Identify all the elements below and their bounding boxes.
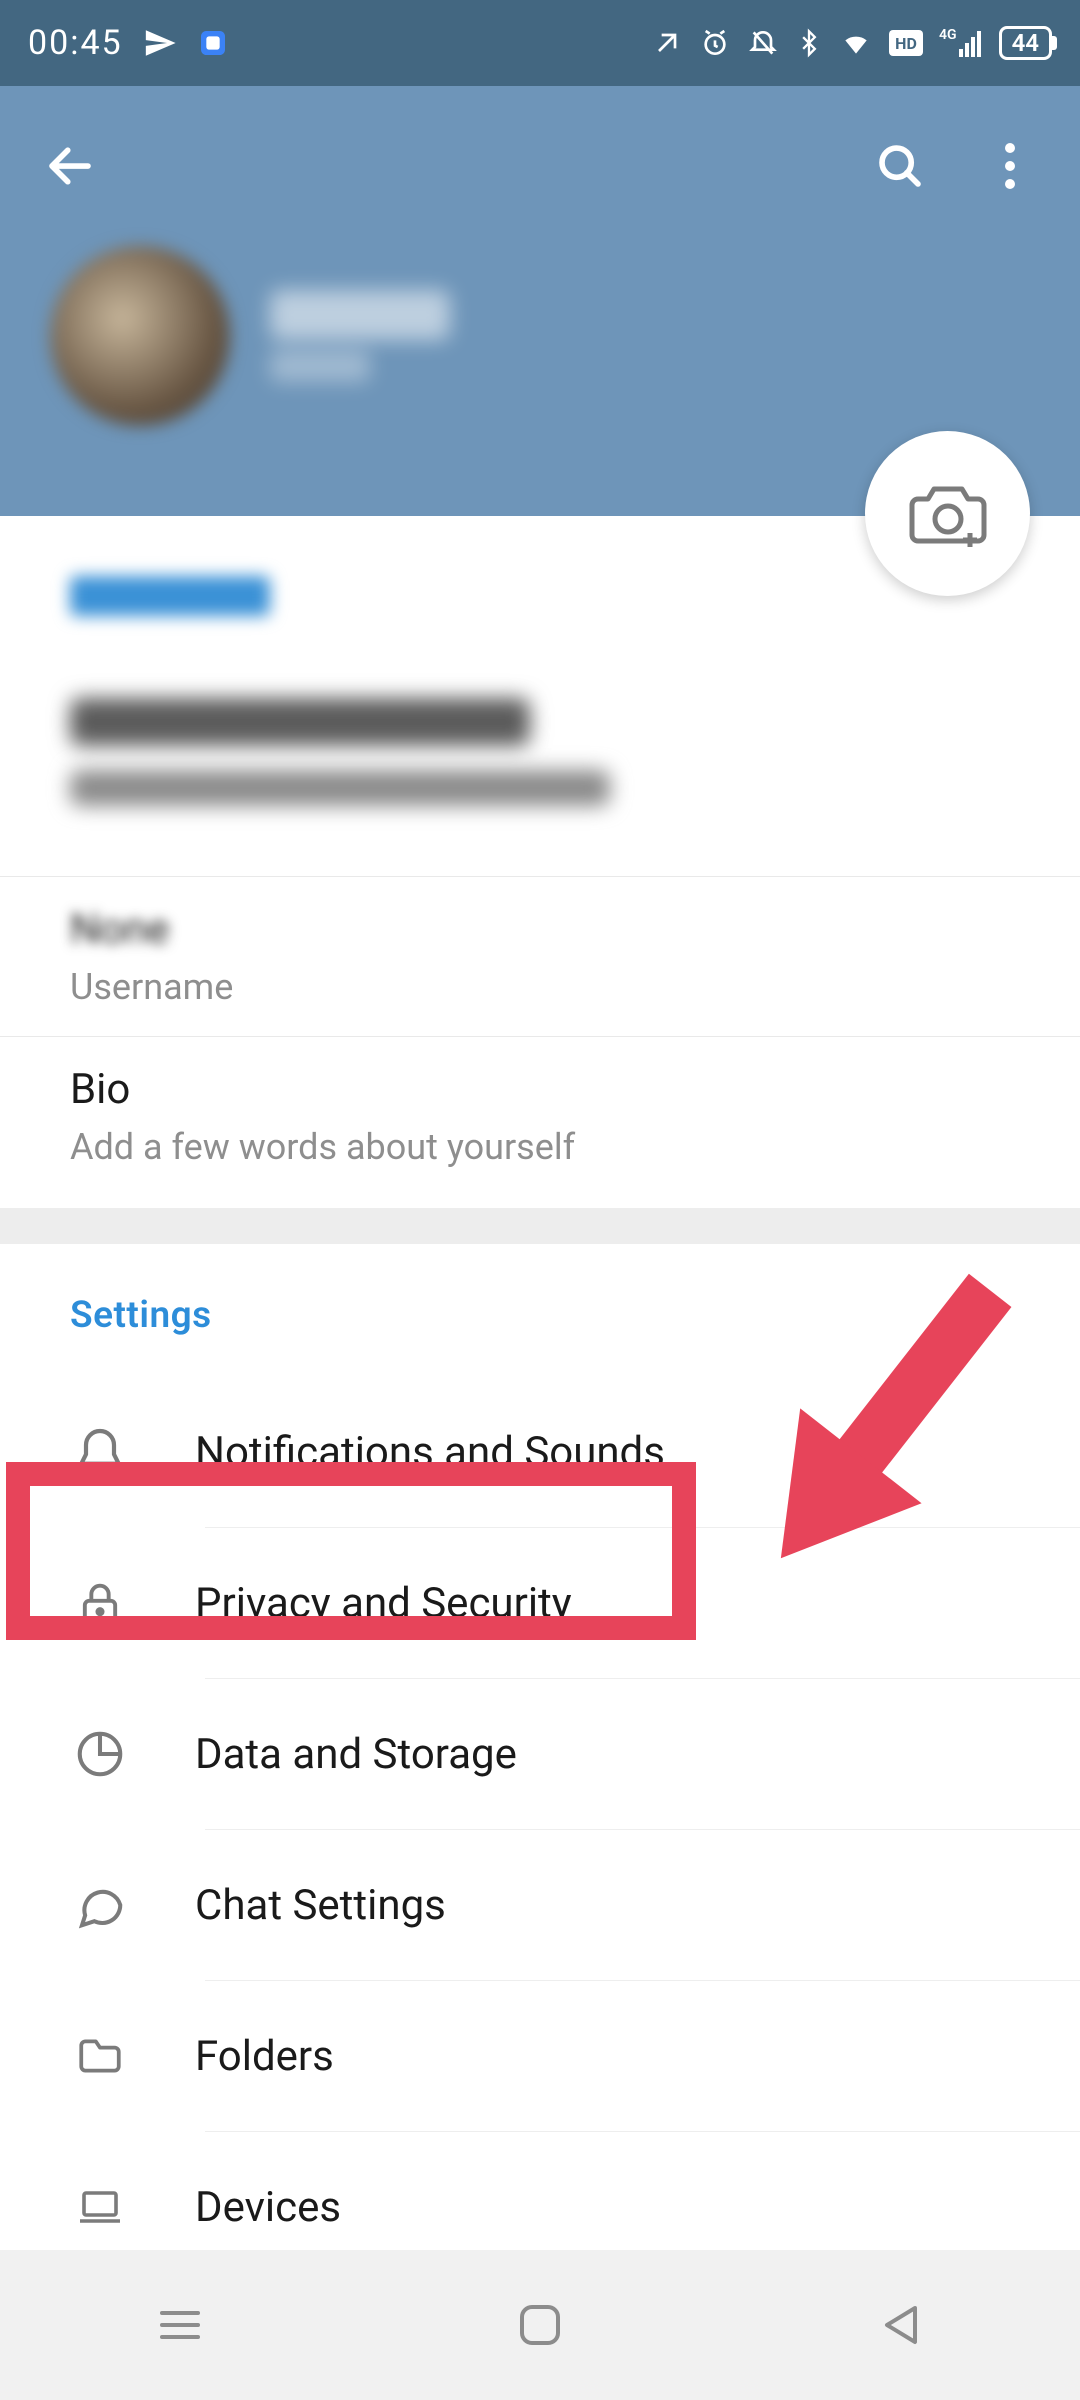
nav-home-button[interactable] [505,2290,575,2360]
system-nav-bar [0,2250,1080,2400]
wifi-icon [839,27,873,59]
setting-label: Folders [195,2032,334,2081]
profile-name [270,290,450,340]
settings-section-title: Settings [0,1244,1080,1377]
dnd-icon [747,27,779,59]
settings-item-notifications[interactable]: Notifications and Sounds [0,1377,1080,1527]
settings-item-chat[interactable]: Chat Settings [0,1830,1080,1980]
setting-label: Notifications and Sounds [195,1428,665,1477]
username-value: None [70,905,1010,954]
nav-back-button[interactable] [865,2290,935,2360]
settings-item-data-storage[interactable]: Data and Storage [0,1679,1080,1829]
settings-item-folders[interactable]: Folders [0,1981,1080,2131]
chat-icon [70,1875,130,1935]
alarm-icon [699,27,731,59]
setting-label: Devices [195,2183,341,2232]
setting-label: Chat Settings [195,1881,446,1930]
folder-icon [70,2026,130,2086]
profile-status [270,350,370,382]
telegram-icon [143,26,177,60]
username-label: Username [70,966,1010,1008]
bio-label: Add a few words about yourself [70,1126,1010,1168]
phone-number-label [70,770,610,806]
change-photo-button[interactable] [865,431,1030,596]
setting-label: Data and Storage [195,1730,517,1779]
bio-item[interactable]: Bio Add a few words about yourself [0,1036,1080,1208]
avatar[interactable] [50,246,230,426]
setting-label: Privacy and Security [195,1579,572,1628]
account-section-title [70,576,270,616]
status-time: 00:45 [28,23,123,63]
phone-number-value [70,698,530,746]
settings-item-privacy[interactable]: Privacy and Security [0,1528,1080,1678]
app-icon [197,27,229,59]
nav-recents-button[interactable] [145,2290,215,2360]
signal-4g-icon: 4G [939,27,983,59]
settings-list: Notifications and Sounds Privacy and Sec… [0,1377,1080,2283]
hd-icon: HD [889,30,923,56]
pie-icon [70,1724,130,1784]
bio-value: Bio [70,1065,1010,1114]
username-item[interactable]: None Username [0,876,1080,1036]
svg-text:4G: 4G [939,27,957,43]
lock-icon [70,1573,130,1633]
laptop-icon [70,2177,130,2237]
svg-text:HD: HD [895,34,917,53]
section-divider [0,1208,1080,1244]
search-button[interactable] [870,136,930,196]
more-options-button[interactable] [980,136,1040,196]
profile-header [0,86,1080,516]
bluetooth-icon [795,27,823,59]
bell-icon [70,1422,130,1482]
back-button[interactable] [40,136,100,196]
battery-indicator: 44 [999,26,1052,60]
nfc-icon [651,27,683,59]
status-bar: 00:45 HD [0,0,1080,86]
